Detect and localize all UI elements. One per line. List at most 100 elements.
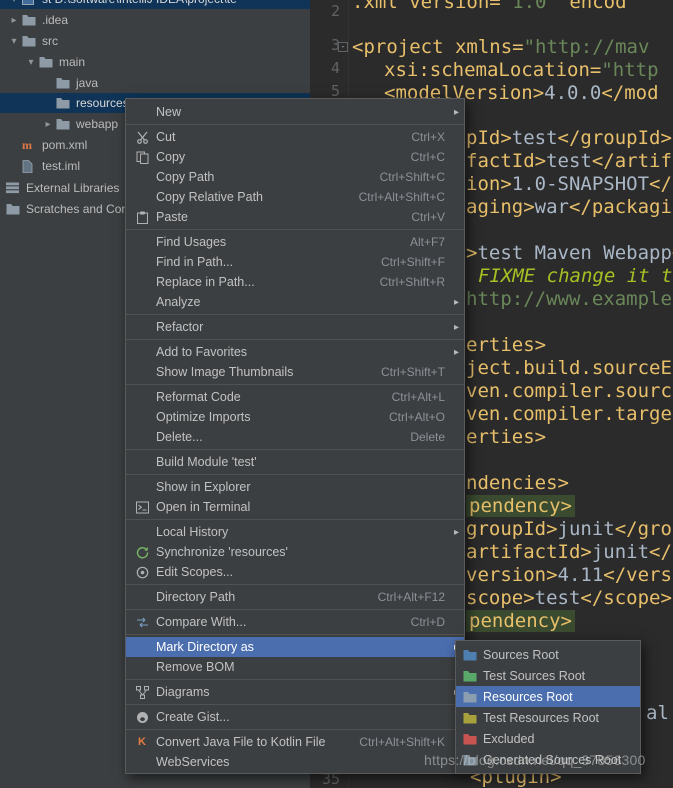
menu-item-show-in-explorer[interactable]: Show in Explorer [126, 477, 464, 497]
menu-item-show-image-thumbnails[interactable]: Show Image Thumbnails Ctrl+Shift+T [126, 362, 464, 382]
submenu-item-resources-root[interactable]: Resources Root [456, 686, 640, 707]
menu-item-shortcut: Ctrl+Shift+R [379, 275, 445, 289]
tree-item-java[interactable]: java [0, 73, 310, 93]
menu-item-convert-java-file-to-kotlin-file[interactable]: K Convert Java File to Kotlin File Ctrl+Al… [126, 732, 464, 752]
menu-item-optimize-imports[interactable]: Optimize Imports Ctrl+Alt+O [126, 407, 464, 427]
menu-item-cut[interactable]: Cut Ctrl+X [126, 127, 464, 147]
menu-item-copy-relative-path[interactable]: Copy Relative Path Ctrl+Alt+Shift+C [126, 187, 464, 207]
menu-item-label: New [156, 105, 182, 119]
menu-item-webservices[interactable]: WebServices [126, 752, 464, 772]
menu-icon-slot [133, 190, 151, 204]
code-segment: 1.0-SNAPSHOT [511, 173, 650, 195]
submenu-item-test-sources-root[interactable]: Test Sources Root [456, 665, 640, 686]
menu-separator [126, 124, 464, 125]
code-line: aging>war</packagin [466, 196, 673, 218]
line-number: 2 [330, 2, 340, 20]
menu-item-label: Copy [156, 150, 186, 164]
menu-item-analyze[interactable]: Analyze ▸ [126, 292, 464, 312]
menu-item-label: Show in Explorer [156, 480, 251, 494]
menu-item-new[interactable]: New ▸ [126, 102, 464, 122]
chevron-down-icon[interactable]: ▾ [6, 0, 22, 5]
code-segment: > [466, 242, 478, 264]
code-line: pendency> [466, 495, 575, 517]
tree-item-main[interactable]: ▾ main [0, 52, 310, 72]
submenu-item-sources-root[interactable]: Sources Root [456, 644, 640, 665]
resources-root-folder-icon [463, 691, 483, 703]
tree-item-label: main [59, 55, 86, 69]
menu-icon-slot [133, 170, 151, 184]
menu-item-compare-with[interactable]: Compare With... Ctrl+D [126, 612, 464, 632]
menu-item-paste[interactable]: Paste Ctrl+V [126, 207, 464, 227]
submenu-item-test-resources-root[interactable]: Test Resources Root [456, 707, 640, 728]
maven-icon: m [22, 137, 32, 152]
tree-item-label: .idea [42, 13, 69, 27]
menu-item-replace-in-path[interactable]: Replace in Path... Ctrl+Shift+R [126, 272, 464, 292]
menu-item-label: Show Image Thumbnails [156, 365, 294, 379]
tree-item-src[interactable]: ▾ src [0, 31, 310, 51]
folder-icon [56, 117, 74, 131]
code-segment: ject.build.sourceE [466, 357, 672, 379]
menu-item-label: Reformat Code [156, 390, 241, 404]
menu-item-create-gist[interactable]: Create Gist... [126, 707, 464, 727]
menu-item-label: Directory Path [156, 590, 236, 604]
tree-item-label: st D:\software\IntelliJ IDEA\project\te [40, 0, 237, 6]
menu-item-copy-path[interactable]: Copy Path Ctrl+Shift+C [126, 167, 464, 187]
code-segment: erties> [466, 426, 547, 448]
submenu-item-label: Sources Root [483, 647, 559, 662]
context-menu: New ▸ Cut Ctrl+X Copy Ctrl+C Copy Path Ctrl+Shi… [125, 98, 465, 774]
menu-item-shortcut: Ctrl+Alt+Shift+C [358, 190, 445, 204]
chevron-down-icon[interactable]: ▾ [6, 36, 22, 47]
code-segment: </versi [603, 564, 673, 586]
menu-item-open-in-terminal[interactable]: Open in Terminal [126, 497, 464, 517]
code-segment: "http [601, 59, 659, 81]
chevron-right-icon[interactable]: ▸ [40, 119, 56, 130]
line-number: 3 [330, 36, 340, 54]
menu-item-copy[interactable]: Copy Ctrl+C [126, 147, 464, 167]
code-segment: junit [557, 518, 615, 540]
sources-root-folder-icon [463, 649, 483, 661]
chevron-down-icon[interactable]: ▾ [23, 57, 39, 68]
code-segment: artifactId> [466, 541, 592, 563]
menu-item-edit-scopes[interactable]: Edit Scopes... [126, 562, 464, 582]
menu-item-label: Find Usages [156, 235, 227, 249]
submenu-item-excluded[interactable]: Excluded [456, 728, 640, 749]
menu-item-diagrams[interactable]: Diagrams▸ [126, 682, 464, 702]
menu-item-build-module-test[interactable]: Build Module 'test' [126, 452, 464, 472]
menu-item-shortcut: Ctrl+Shift+T [380, 365, 445, 379]
code-segment: </mod [601, 82, 659, 104]
code-line: pId>test</groupId> [466, 127, 672, 149]
menu-separator [126, 609, 464, 610]
menu-item-label: Build Module 'test' [156, 455, 257, 469]
menu-separator [126, 704, 464, 705]
menu-item-find-in-path[interactable]: Find in Path... Ctrl+Shift+F [126, 252, 464, 272]
code-line: ven.compiler.source [466, 380, 673, 402]
ide-window: - 2 3 4 5 35 .xml version="1.0" encod <project… [0, 0, 673, 788]
code-line: factId>test</artifa [466, 150, 673, 172]
project-icon [22, 0, 40, 6]
menu-item-add-to-favorites[interactable]: Add to Favorites ▸ [126, 342, 464, 362]
tree-item-label: test.iml [42, 159, 81, 173]
code-line: artifactId>junit</a [466, 541, 673, 563]
menu-item-synchronize-resources[interactable]: Synchronize 'resources' [126, 542, 464, 562]
tree-item-idea[interactable]: ▸ .idea [0, 10, 310, 30]
code-segment: </artifa [591, 150, 673, 172]
code-line: pendency> [466, 610, 575, 632]
menu-item-refactor[interactable]: Refactor ▸ [126, 317, 464, 337]
menu-item-find-usages[interactable]: Find Usages Alt+F7 [126, 232, 464, 252]
code-line: FIXME change it to [478, 265, 673, 287]
code-segment: al [646, 702, 669, 724]
tree-item-st-d-software-intellij-idea-project-te[interactable]: ▾ st D:\software\IntelliJ IDEA\project\te [0, 0, 310, 9]
menu-icon-slot [133, 320, 151, 334]
menu-item-remove-bom[interactable]: Remove BOM [126, 657, 464, 677]
menu-item-reformat-code[interactable]: Reformat Code Ctrl+Alt+L [126, 387, 464, 407]
chevron-right-icon[interactable]: ▸ [6, 15, 22, 26]
menu-item-directory-path[interactable]: Directory Path Ctrl+Alt+F12 [126, 587, 464, 607]
menu-item-mark-directory-as[interactable]: Mark Directory as▸ [126, 637, 464, 657]
test-sources-root-folder-icon [463, 670, 483, 682]
code-segment: factId> [466, 150, 547, 172]
menu-item-delete[interactable]: Delete... Delete [126, 427, 464, 447]
menu-item-local-history[interactable]: Local History ▸ [126, 522, 464, 542]
folder-icon [39, 55, 57, 69]
menu-icon-slot [133, 640, 151, 654]
code-segment: ven.compiler.target [466, 403, 673, 425]
